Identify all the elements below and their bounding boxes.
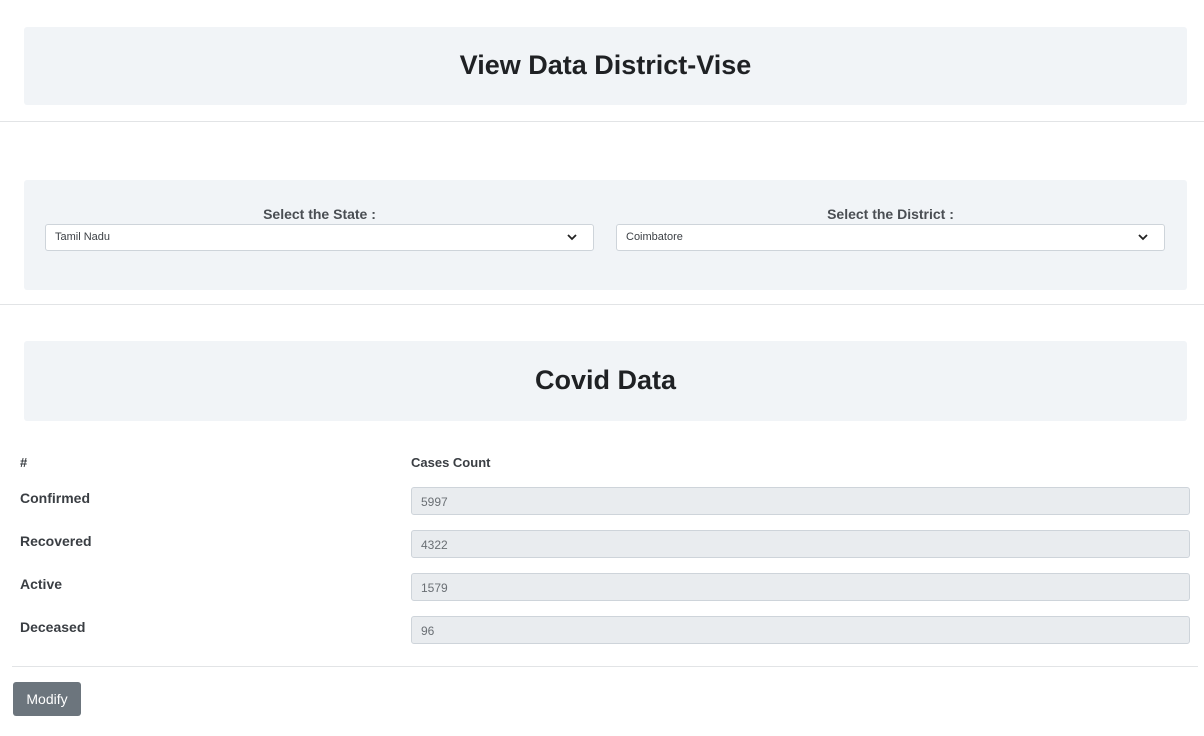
district-select-value: Coimbatore [626, 231, 683, 243]
confirmed-count-field: 5997 [411, 487, 1190, 515]
row-label-confirmed: Confirmed [20, 490, 90, 506]
recovered-count-field: 4322 [411, 530, 1190, 558]
filter-panel: Select the State : Tamil Nadu Select the… [24, 180, 1187, 290]
state-select-label: Select the State : [263, 206, 376, 222]
active-count-value: 1579 [421, 581, 448, 595]
row-label-recovered: Recovered [20, 533, 92, 549]
divider [12, 666, 1198, 667]
header-panel: View Data District-Vise [24, 27, 1187, 105]
district-select-label: Select the District : [827, 206, 954, 222]
section-title: Covid Data [534, 365, 677, 395]
page: View Data District-Vise Select the State… [0, 0, 1204, 736]
page-title: View Data District-Vise [459, 50, 752, 80]
confirmed-count-value: 5997 [421, 495, 448, 509]
deceased-count-value: 96 [421, 624, 435, 638]
modify-button[interactable]: Modify [13, 682, 81, 716]
row-label-deceased: Deceased [20, 619, 86, 635]
district-select[interactable]: Coimbatore [616, 224, 1165, 251]
divider [0, 121, 1204, 122]
recovered-count-value: 4322 [421, 538, 448, 552]
state-select-value: Tamil Nadu [55, 231, 111, 243]
chevron-down-icon [567, 234, 577, 241]
row-label-active: Active [20, 576, 63, 592]
district-select-group: Select the District : Coimbatore [616, 180, 1165, 290]
state-select-group: Select the State : Tamil Nadu [45, 180, 594, 290]
table-header-cases: Cases Count [411, 455, 491, 470]
covid-panel: Covid Data [24, 341, 1187, 421]
deceased-count-field: 96 [411, 616, 1190, 644]
state-select[interactable]: Tamil Nadu [45, 224, 594, 251]
divider [0, 304, 1204, 305]
chevron-down-icon [1138, 234, 1148, 241]
table-header-index: # [20, 455, 28, 470]
active-count-field: 1579 [411, 573, 1190, 601]
